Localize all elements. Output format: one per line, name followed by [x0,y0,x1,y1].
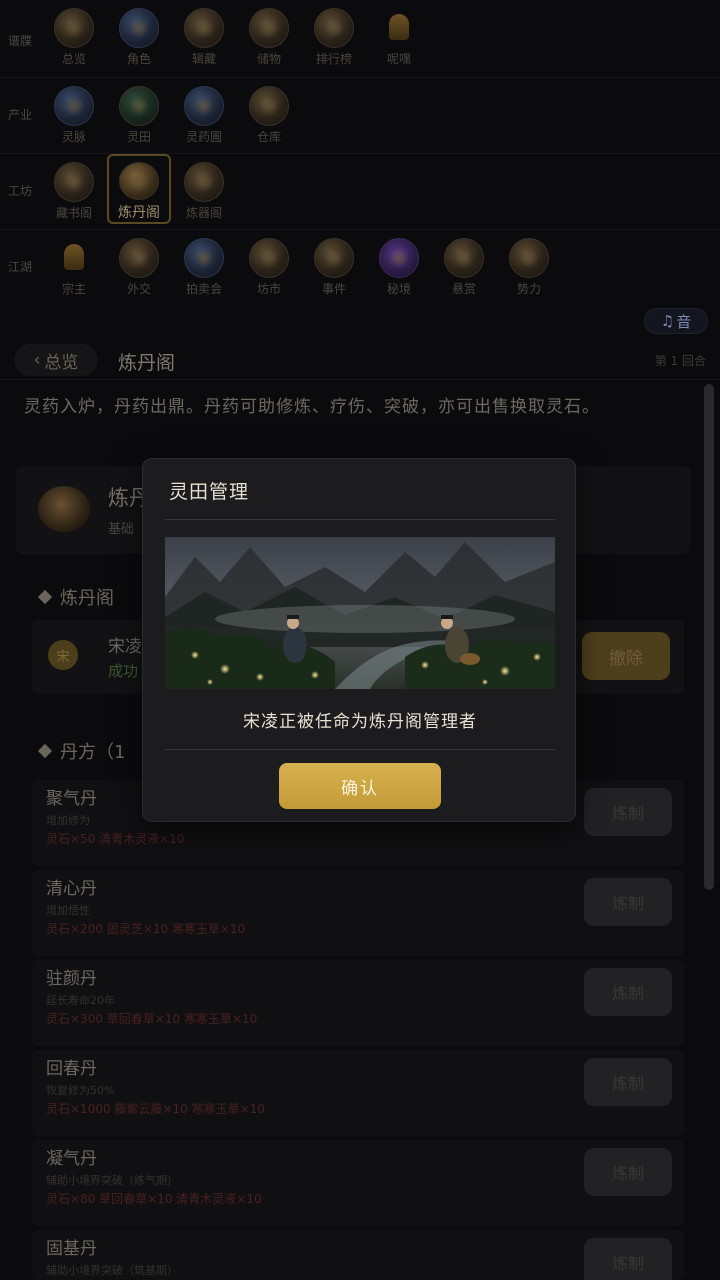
illustration-svg [165,537,555,689]
modal-dialog: 灵田管理 宋凌正被任命为炼丹阁管理者 确认 [142,458,576,822]
modal-overlay[interactable]: 灵田管理 宋凌正被任命为炼丹阁管理者 确认 [0,0,720,1280]
divider [165,749,555,750]
herb-gathering-illustration [165,537,555,689]
divider [165,519,555,520]
modal-title: 灵田管理 [169,481,250,503]
confirm-button[interactable]: 确认 [279,763,441,809]
modal-message: 宋凌正被任命为炼丹阁管理者 [243,712,477,732]
